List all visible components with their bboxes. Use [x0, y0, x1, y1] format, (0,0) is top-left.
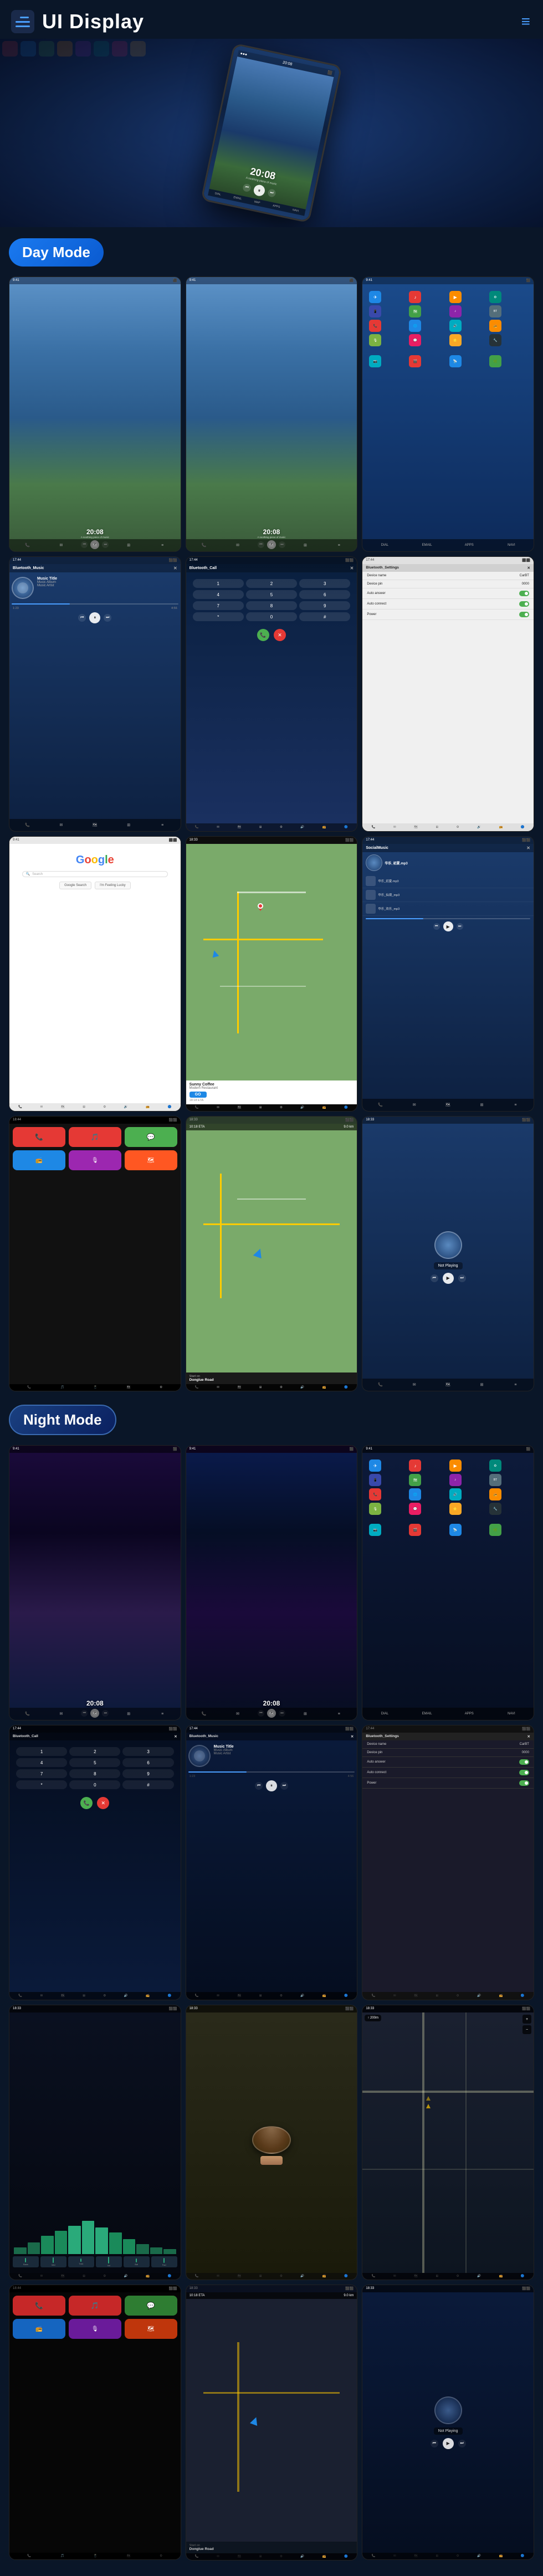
day-bluetooth-music: 17:44⬛⬛ Bluetooth_Music ✕ Music Title Mu…	[9, 556, 181, 832]
day-row-4: 18:44⬛⬛ 📞 🎵 💬 📻 🎙 🗺 📞🎵📱🗺⚙	[9, 1116, 534, 1391]
page-title: UI Display	[42, 10, 144, 33]
night-row-3: 18:33⬛⬛	[9, 2005, 534, 2280]
night-screen-scenic-2: 9:41⬛ 20:08 ⏮ ⏸ ⏭ 📞 ✉ 🗺 ⊞ ≡	[186, 1445, 358, 1720]
night-food-photo: 18:33⬛⬛ 📞✉🗺⊞⚙🔊📻🔵	[186, 2005, 358, 2280]
night-music-artist: Music Artist	[214, 1752, 355, 1755]
day-navigation: 18:33⬛⬛ 10:18 ETA9.0 km	[186, 1116, 358, 1391]
night-music-track-title: Music Title	[214, 1745, 355, 1749]
night-row-2: 17:44⬛⬛ Bluetooth_Call ✕ 1 2 3 4 5 6 7	[9, 1725, 534, 2000]
setting-device-pin-val: 0000	[522, 582, 529, 586]
day-bluetooth-settings: 17:44⬛⬛ Bluetooth_Settings ✕ Device name…	[362, 556, 534, 832]
night-bluetooth-call: 17:44⬛⬛ Bluetooth_Call ✕ 1 2 3 4 5 6 7	[9, 1725, 181, 2000]
day-google-screen: 9:41⬛⬛ Google 🔍 Search Google Search I'm…	[9, 836, 181, 1112]
night-bluetooth-settings: 17:44⬛⬛ Bluetooth_Settings ✕ Device name…	[362, 1725, 534, 2000]
setting-device-name-label: Device name	[367, 574, 386, 577]
day-screen-apps: 9:41⬛ ✈ ♪ ▶ ⚙ 📱 🗺 ♪ BT 📞 🌐 🔊 📻	[362, 276, 534, 552]
music-artist: Music Artist	[37, 584, 178, 587]
day-screen-scenic-2: 9:41⬛ 20:08 A soothing piece of music ⏮ …	[186, 276, 358, 552]
day-now-playing: 18:33⬛⬛ Not Playing ⏮ ▶ ⏭ 📞 ✉	[362, 1116, 534, 1391]
bt-settings-title: Bluetooth_Settings	[366, 566, 399, 570]
day-mode-section: Day Mode 9:41⬛ 20:08 A soothing piece of…	[0, 227, 543, 2576]
day-row-2: 17:44⬛⬛ Bluetooth_Music ✕ Music Title Mu…	[9, 556, 534, 832]
night-bt-call-title: Bluetooth_Call	[13, 1734, 38, 1739]
night-nav-street: Donglue Road	[189, 2547, 354, 2551]
day-mode-badge: Day Mode	[9, 238, 104, 267]
night-screen-apps: 9:41⬛ ✈ ♪ ▶ ⚙ 📱 🗺 ♪ BT 📞 🌐 🔊	[362, 1445, 534, 1720]
night-row-1: 9:41⬛ 20:08 ⏮ ⏸ ⏭ 📞 ✉ 🗺 ⊞ ≡	[9, 1445, 534, 1720]
night-mode-badge: Night Mode	[9, 1405, 116, 1435]
setting-device-pin-label: Device pin	[367, 582, 382, 586]
night-screen-scenic-1: 9:41⬛ 20:08 ⏮ ⏸ ⏭ 📞 ✉ 🗺 ⊞ ≡	[9, 1445, 181, 1720]
day-row-1: 9:41⬛ 20:08 A soothing piece of music ⏮ …	[9, 276, 534, 552]
night-navigation: 18:33⬛⬛ 10:18 ETA9.0 km	[186, 2285, 358, 2560]
night-road-map: 18:33⬛⬛ ↑ 2	[362, 2005, 534, 2280]
day-social-music: 17:44⬛⬛ SocialMusic ✕ 华乐_初夏.mp3	[362, 836, 534, 1112]
night-bt-music-title: Bluetooth_Music	[189, 1734, 218, 1739]
setting-power-label: Power	[367, 613, 376, 616]
header-menu-dots[interactable]: ≡	[521, 13, 532, 30]
day-screen-scenic-1: 9:41⬛ 20:08 A soothing piece of music ⏮ …	[9, 276, 181, 552]
night-eq-screen: 18:33⬛⬛	[9, 2005, 181, 2280]
night-row-4: 18:44⬛⬛ 📞 🎵 💬 📻 🎙 🗺 📞🎵📱🗺⚙	[9, 2285, 534, 2560]
day-row-3: 9:41⬛⬛ Google 🔍 Search Google Search I'm…	[9, 836, 534, 1112]
night-carplay: 18:44⬛⬛ 📞 🎵 💬 📻 🎙 🗺 📞🎵📱🗺⚙	[9, 2285, 181, 2560]
hero-section: ●●● 20:08 ⬛ 20:08 A soothing piece of mu…	[0, 39, 543, 227]
setting-auto-answer-label: Auto answer	[367, 592, 385, 595]
app-header: UI Display ≡	[0, 0, 543, 39]
day-carplay: 18:44⬛⬛ 📞 🎵 💬 📻 🎙 🗺 📞🎵📱🗺⚙	[9, 1116, 181, 1391]
bluetooth-music-title: Bluetooth_Music	[13, 566, 44, 570]
night-now-playing: 18:33⬛⬛ Not Playing ⏮ ▶ ⏭ 📞✉🗺⊞⚙🔊📻🔵	[362, 2285, 534, 2560]
setting-auto-connect-label: Auto connect	[367, 602, 386, 606]
bluetooth-call-title: Bluetooth_Call	[189, 566, 217, 570]
music-track-title: Music Title	[37, 577, 178, 581]
menu-icon[interactable]	[11, 10, 34, 33]
night-bt-settings-title: Bluetooth_Settings	[366, 1734, 399, 1739]
day-bluetooth-call: 17:44⬛⬛ Bluetooth_Call ✕ 123 456 789 *0#…	[186, 556, 358, 832]
night-bluetooth-music: 17:44⬛⬛ Bluetooth_Music ✕ Music Title Mu…	[186, 1725, 358, 2000]
setting-device-name-val: CarBT	[520, 574, 529, 577]
day-map-route: 18:33⬛⬛	[186, 836, 358, 1112]
